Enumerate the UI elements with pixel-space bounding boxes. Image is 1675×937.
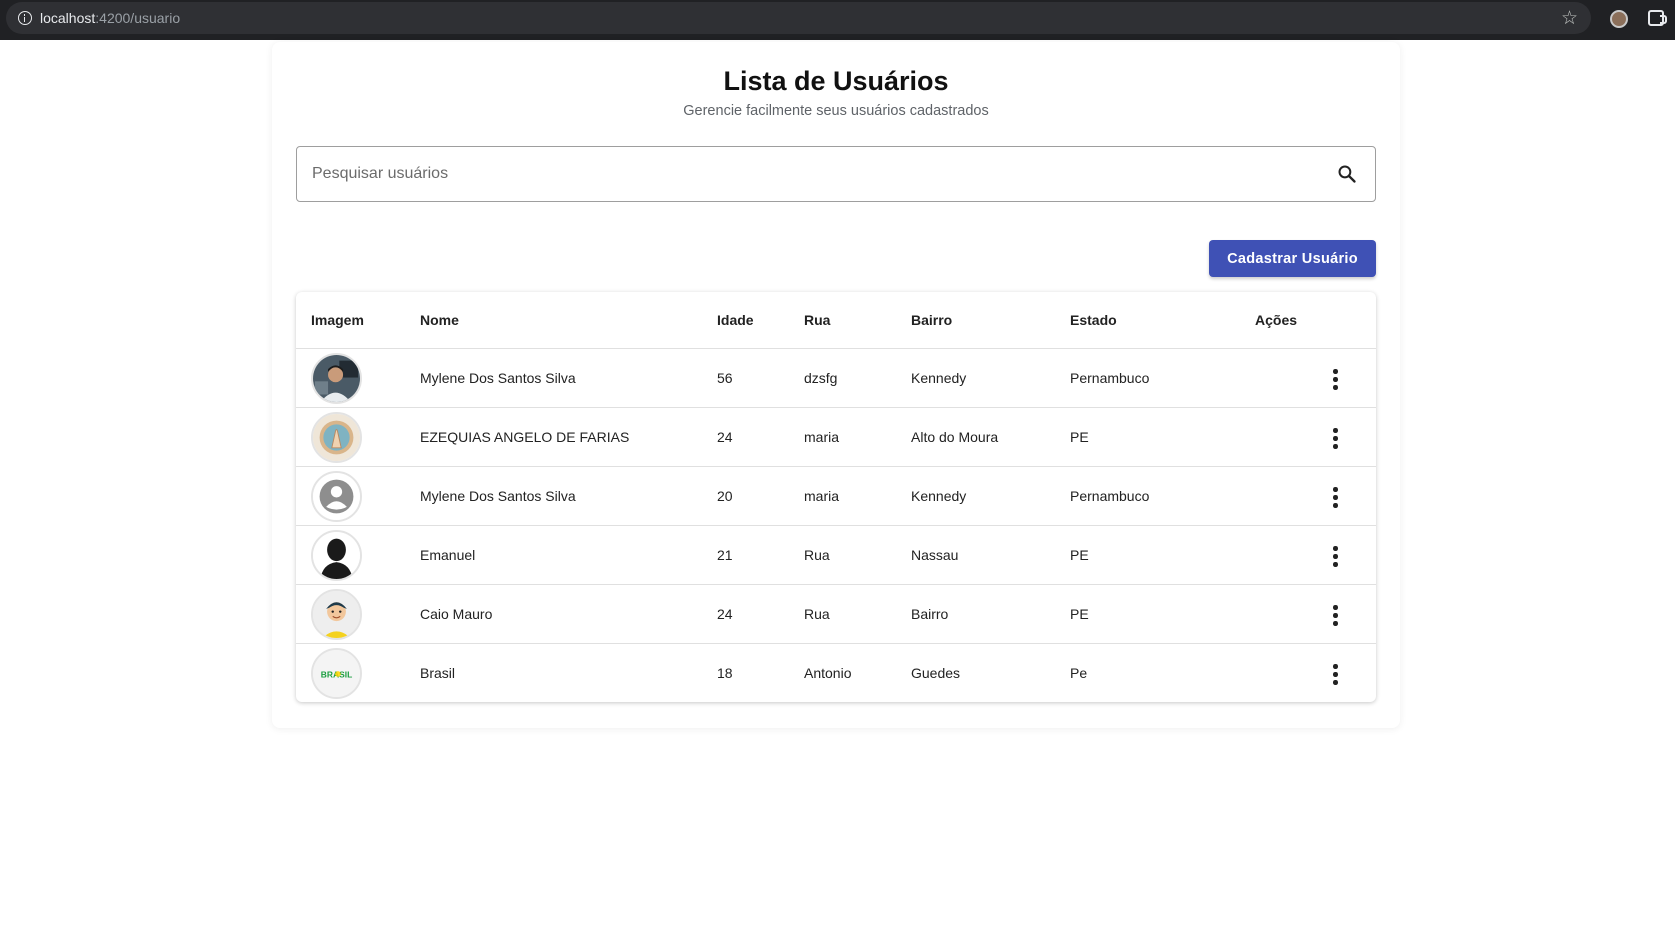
cell-name: Mylene Dos Santos Silva: [420, 488, 576, 504]
cell-street: maria: [804, 429, 840, 445]
cell-neighborhood: Guedes: [911, 665, 961, 681]
cell-neighborhood: Bairro: [911, 606, 949, 622]
cell-age: 18: [717, 665, 733, 681]
cell-state: Pernambuco: [1070, 370, 1150, 386]
cell-name: Brasil: [420, 665, 456, 681]
search-icon[interactable]: [1337, 164, 1357, 184]
cell-neighborhood: Alto do Moura: [911, 429, 999, 445]
cell-name: Emanuel: [420, 547, 476, 563]
table-row: EZEQUIAS ANGELO DE FARIAS 24 maria Alto …: [296, 408, 1376, 467]
cell-state: PE: [1070, 606, 1089, 622]
profile-avatar-icon[interactable]: [1610, 10, 1628, 28]
address-bar[interactable]: localhost:4200/usuario ☆: [6, 2, 1591, 34]
table-row: Mylene Dos Santos Silva 20 maria Kennedy…: [296, 467, 1376, 526]
more-vert-icon[interactable]: [1323, 486, 1347, 508]
more-vert-icon[interactable]: [1323, 368, 1347, 390]
address-url[interactable]: localhost:4200/usuario: [40, 10, 180, 26]
cartoon-boy-icon: [311, 589, 362, 640]
column-header-actions: Ações: [1255, 312, 1298, 328]
column-header-name[interactable]: Nome: [420, 312, 459, 328]
column-header-image[interactable]: Imagem: [311, 312, 364, 328]
cell-state: PE: [1070, 429, 1089, 445]
default-user-icon: [311, 471, 362, 522]
browser-toolbar: localhost:4200/usuario ☆: [0, 0, 1675, 40]
silhouette-icon: [311, 530, 362, 581]
page-subtitle: Gerencie facilmente seus usuários cadast…: [683, 103, 989, 119]
table-row: BRASIL Brasil 18 Antonio Guedes Pe: [296, 644, 1376, 702]
column-header-neighborhood[interactable]: Bairro: [911, 312, 952, 328]
cell-street: Antonio: [804, 665, 852, 681]
table-row: Emanuel 21 Rua Nassau PE: [296, 526, 1376, 585]
cell-state: Pernambuco: [1070, 488, 1150, 504]
users-table: Imagem Nome Idade Rua Bairro Estado Açõe…: [296, 292, 1376, 702]
cell-age: 56: [717, 370, 733, 386]
cell-state: PE: [1070, 547, 1089, 563]
url-host: localhost: [40, 10, 96, 26]
table-header-row: Imagem Nome Idade Rua Bairro Estado Açõe…: [296, 292, 1376, 349]
bookmark-star-icon[interactable]: ☆: [1561, 7, 1578, 30]
cell-street: Rua: [804, 606, 830, 622]
add-user-button[interactable]: Cadastrar Usuário: [1209, 240, 1376, 277]
cell-name: Mylene Dos Santos Silva: [420, 370, 576, 386]
cell-state: Pe: [1070, 665, 1088, 681]
more-vert-icon[interactable]: [1323, 545, 1347, 567]
user-list-card: Lista de Usuários Gerencie facilmente se…: [272, 42, 1400, 728]
cell-age: 20: [717, 488, 733, 504]
site-info-icon[interactable]: [18, 11, 32, 25]
cell-neighborhood: Nassau: [911, 547, 959, 563]
more-vert-icon[interactable]: [1323, 427, 1347, 449]
more-vert-icon[interactable]: [1323, 604, 1347, 626]
page-title: Lista de Usuários: [723, 66, 949, 96]
table-row: Mylene Dos Santos Silva 56 dzsfg Kennedy…: [296, 349, 1376, 408]
table-row: Caio Mauro 24 Rua Bairro PE: [296, 585, 1376, 644]
search-field: [296, 146, 1376, 202]
brasil-logo-icon: BRASIL: [311, 648, 362, 699]
praying-hands-icon: [311, 412, 362, 463]
cell-street: maria: [804, 488, 840, 504]
column-header-street[interactable]: Rua: [804, 312, 830, 328]
more-vert-icon[interactable]: [1323, 663, 1347, 685]
cell-neighborhood: Kennedy: [911, 488, 967, 504]
extensions-puzzle-icon[interactable]: [1648, 10, 1667, 26]
cell-neighborhood: Kennedy: [911, 370, 967, 386]
cell-street: Rua: [804, 547, 830, 563]
cell-age: 21: [717, 547, 733, 563]
photo-man-icon: [311, 353, 362, 404]
cell-name: EZEQUIAS ANGELO DE FARIAS: [420, 429, 630, 445]
column-header-age[interactable]: Idade: [717, 312, 754, 328]
cell-street: dzsfg: [804, 370, 838, 386]
url-path: :4200/usuario: [95, 10, 181, 26]
cell-age: 24: [717, 429, 733, 445]
cell-name: Caio Mauro: [420, 606, 493, 622]
column-header-state[interactable]: Estado: [1070, 312, 1117, 328]
search-input[interactable]: [312, 147, 1312, 201]
cell-age: 24: [717, 606, 733, 622]
